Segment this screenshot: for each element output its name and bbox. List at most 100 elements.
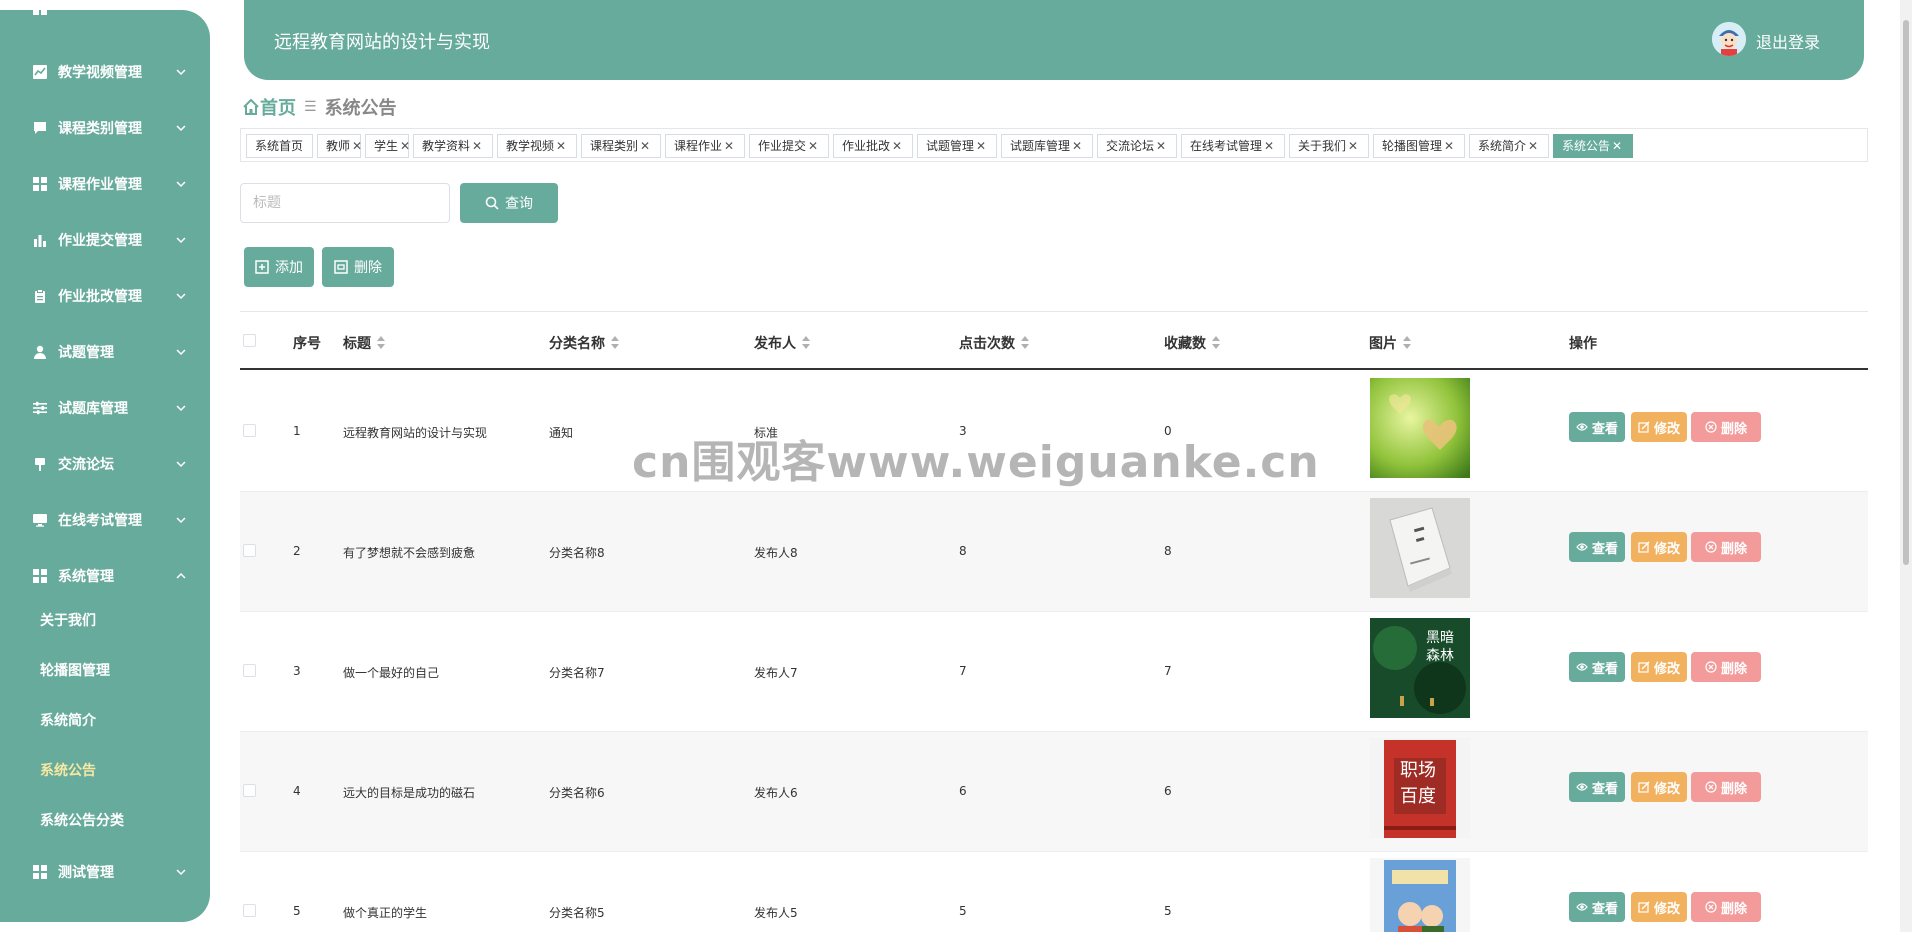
close-icon[interactable]: ✕	[400, 139, 410, 153]
column-header-clicks[interactable]: 点击次数	[959, 333, 1029, 353]
column-header-title[interactable]: 标题	[343, 333, 385, 353]
cell-favorites: 6	[1164, 784, 1172, 798]
sidebar-subitem-about[interactable]: 关于我们	[40, 610, 96, 630]
delete-row-button[interactable]: 删除	[1691, 412, 1761, 442]
close-icon[interactable]: ✕	[1348, 139, 1358, 153]
sidebar-item-homework-grading[interactable]: 作业批改管理	[0, 276, 210, 316]
view-button[interactable]: 查看	[1569, 532, 1625, 562]
delete-row-button[interactable]: 删除	[1691, 652, 1761, 682]
tag-announcement[interactable]: 系统公告 ✕	[1553, 134, 1633, 158]
title-search-input[interactable]	[240, 183, 450, 223]
edit-button[interactable]: 修改	[1631, 532, 1687, 562]
tag-student[interactable]: 学生 ✕	[365, 134, 410, 158]
close-icon[interactable]: ✕	[976, 139, 986, 153]
row-checkbox[interactable]	[243, 424, 256, 437]
scrollbar-thumb[interactable]	[1903, 20, 1909, 565]
sidebar-item-system[interactable]: 系统管理	[0, 556, 210, 596]
view-button[interactable]: 查看	[1569, 652, 1625, 682]
tag-forum[interactable]: 交流论坛 ✕	[1097, 134, 1177, 158]
sidebar-subitem-carousel[interactable]: 轮播图管理	[40, 660, 110, 680]
tag-question-bank[interactable]: 试题库管理 ✕	[1001, 134, 1093, 158]
tag-teacher[interactable]: 教师 ✕	[317, 134, 362, 158]
white-book-photo[interactable]	[1370, 498, 1470, 598]
row-checkbox[interactable]	[243, 664, 256, 677]
column-header-category[interactable]: 分类名称	[549, 333, 619, 353]
heart-leaf-photo[interactable]	[1370, 378, 1470, 478]
close-icon[interactable]: ✕	[1072, 139, 1082, 153]
tag-label: 系统简介	[1478, 139, 1527, 153]
edit-button[interactable]: 修改	[1631, 772, 1687, 802]
sidebar-item-online-exam[interactable]: 在线考试管理	[0, 500, 210, 540]
tag-questions[interactable]: 试题管理 ✕	[917, 134, 997, 158]
sidebar-subitem-intro[interactable]: 系统简介	[40, 710, 96, 730]
sidebar-item-homework-submit[interactable]: 作业提交管理	[0, 220, 210, 260]
sidebar-item-teaching-video[interactable]: 教学视频管理	[0, 52, 210, 92]
column-header-image[interactable]: 图片	[1369, 333, 1411, 353]
sidebar-item-test[interactable]: 测试管理	[0, 852, 210, 892]
sidebar-subitem-announcement-category[interactable]: 系统公告分类	[40, 810, 124, 830]
tag-system-home[interactable]: 系统首页	[246, 134, 313, 158]
sidebar-item-forum[interactable]: 交流论坛	[0, 444, 210, 484]
close-icon[interactable]: ✕	[1444, 139, 1454, 153]
close-icon[interactable]: ✕	[892, 139, 902, 153]
red-book-photo[interactable]: 职场 百度	[1370, 738, 1470, 838]
delete-row-button[interactable]: 删除	[1691, 772, 1761, 802]
avatar[interactable]	[1712, 22, 1746, 56]
sort-icon[interactable]	[611, 336, 619, 350]
sidebar-item-course-category[interactable]: 课程类别管理	[0, 108, 210, 148]
dark-forest-book-photo[interactable]: 黑暗 森林	[1370, 618, 1470, 718]
page-scrollbar[interactable]	[1900, 0, 1912, 932]
add-button[interactable]: 添加	[244, 247, 314, 287]
tag-homework-grading[interactable]: 作业批改 ✕	[833, 134, 913, 158]
tag-about[interactable]: 关于我们 ✕	[1289, 134, 1369, 158]
view-button[interactable]: 查看	[1569, 892, 1625, 922]
sort-icon[interactable]	[1021, 336, 1029, 350]
view-button[interactable]: 查看	[1569, 412, 1625, 442]
comic-book-photo[interactable]	[1370, 858, 1470, 932]
close-icon[interactable]: ✕	[556, 139, 566, 153]
edit-button[interactable]: 修改	[1631, 412, 1687, 442]
delete-row-button[interactable]: 删除	[1691, 892, 1761, 922]
tag-course-category[interactable]: 课程类别 ✕	[581, 134, 661, 158]
view-button[interactable]: 查看	[1569, 772, 1625, 802]
row-checkbox[interactable]	[243, 904, 256, 917]
close-icon[interactable]: ✕	[1612, 139, 1622, 153]
close-icon[interactable]: ✕	[640, 139, 650, 153]
tag-teaching-material[interactable]: 教学资料 ✕	[413, 134, 493, 158]
sidebar-item-questions[interactable]: 试题管理	[0, 332, 210, 372]
delete-button[interactable]: 删除	[322, 247, 394, 287]
delete-row-button[interactable]: 删除	[1691, 532, 1761, 562]
tag-online-exam[interactable]: 在线考试管理 ✕	[1181, 134, 1285, 158]
sort-icon[interactable]	[802, 336, 810, 350]
sidebar-item-course-homework[interactable]: 课程作业管理	[0, 164, 210, 204]
tag-homework-submit[interactable]: 作业提交 ✕	[749, 134, 829, 158]
tag-teaching-video[interactable]: 教学视频 ✕	[497, 134, 577, 158]
sidebar-subitem-announcement[interactable]: 系统公告	[40, 760, 96, 780]
close-icon[interactable]: ✕	[1264, 139, 1274, 153]
close-icon[interactable]: ✕	[472, 139, 482, 153]
sort-icon[interactable]	[1212, 336, 1220, 350]
close-icon[interactable]: ✕	[808, 139, 818, 153]
close-icon[interactable]: ✕	[724, 139, 734, 153]
logout-button[interactable]: 退出登录	[1756, 29, 1820, 53]
top-header: 远程教育网站的设计与实现 退出登录	[244, 0, 1864, 80]
row-checkbox[interactable]	[243, 544, 256, 557]
row-checkbox[interactable]	[243, 784, 256, 797]
edit-button[interactable]: 修改	[1631, 892, 1687, 922]
column-header-favorites[interactable]: 收藏数	[1164, 333, 1220, 353]
tag-carousel[interactable]: 轮播图管理 ✕	[1373, 134, 1465, 158]
close-icon[interactable]: ✕	[1156, 139, 1166, 153]
sidebar-item-question-bank[interactable]: 试题库管理	[0, 388, 210, 428]
close-icon[interactable]: ✕	[352, 139, 362, 153]
sidebar-item-top-partial[interactable]	[0, 10, 210, 28]
close-icon[interactable]: ✕	[1528, 139, 1538, 153]
sort-icon[interactable]	[1403, 336, 1411, 350]
breadcrumb-home[interactable]: 首页	[242, 94, 296, 120]
tag-intro[interactable]: 系统简介 ✕	[1469, 134, 1549, 158]
edit-button[interactable]: 修改	[1631, 652, 1687, 682]
tag-course-homework[interactable]: 课程作业 ✕	[665, 134, 745, 158]
select-all-checkbox[interactable]	[243, 334, 256, 347]
column-header-publisher[interactable]: 发布人	[754, 333, 810, 353]
sort-icon[interactable]	[377, 336, 385, 350]
query-button[interactable]: 查询	[460, 183, 558, 223]
